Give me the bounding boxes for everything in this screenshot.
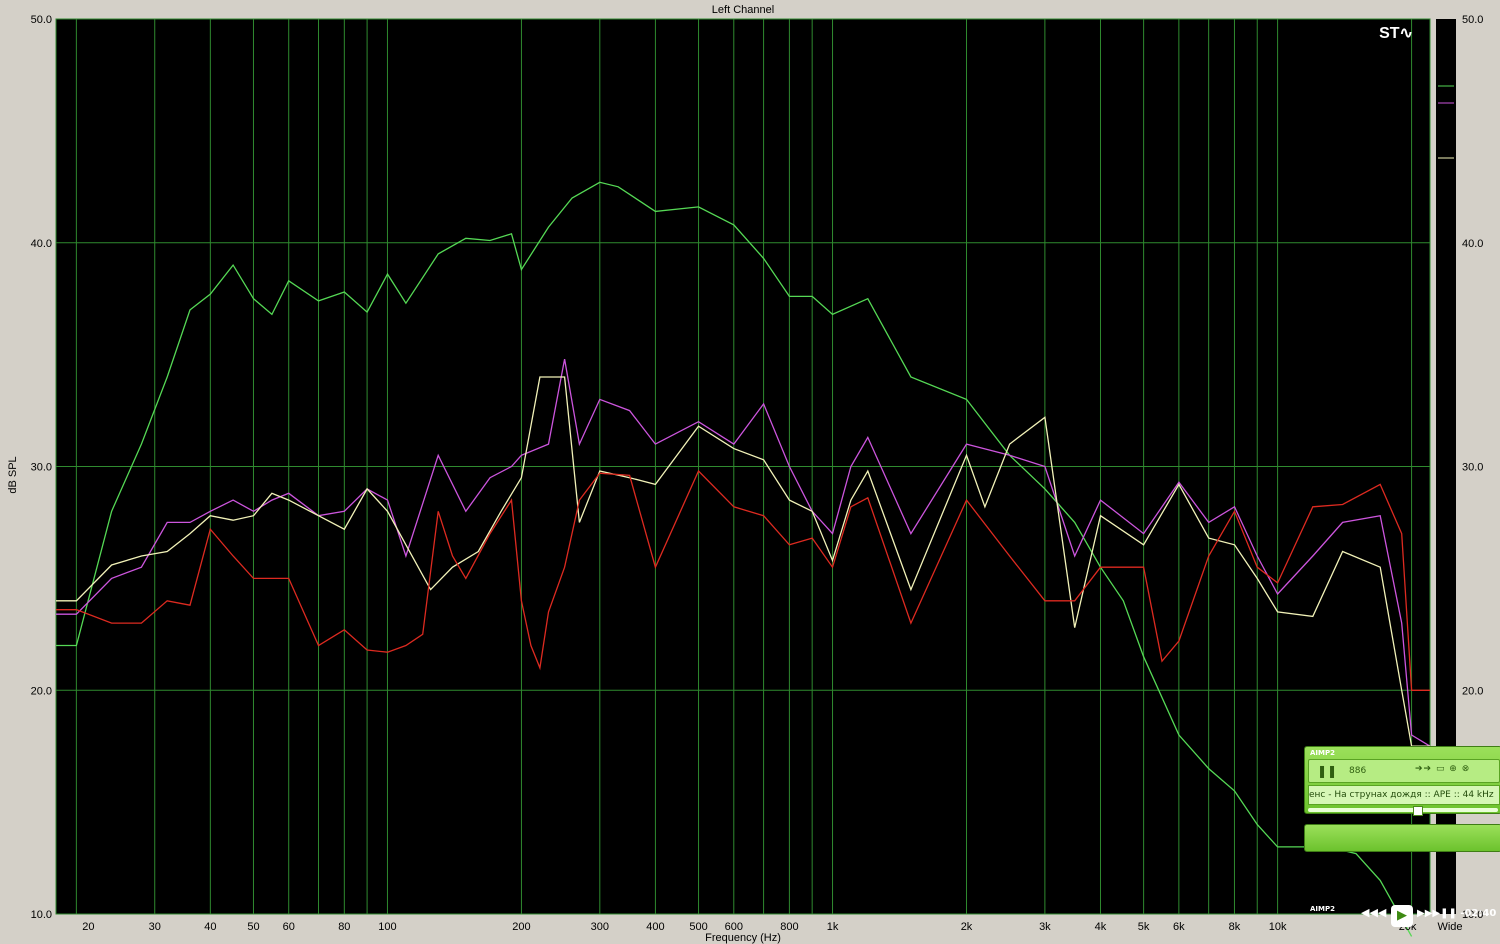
aimp-logo-small: AIMP2 (1310, 905, 1335, 913)
y-tick-label-right: 40.0 (1462, 238, 1483, 250)
x-tick-label: 60 (283, 921, 295, 933)
x-axis-wide-label: Wide (1437, 921, 1462, 933)
aimp-logo: AIMP2 (1310, 749, 1335, 757)
aimp-player[interactable]: AIMP2 ❚❚ 886 ➔➔ ▭ ⊕ ⊗ енс - На струнах д… (1304, 746, 1500, 927)
x-tick-label: 100 (378, 921, 396, 933)
x-tick-label: 800 (780, 921, 798, 933)
spectrum-chart: 50.0 50.040.0 40.030.0 30.020.0 20.010.0 10.0… (7, 4, 1483, 944)
aimp-seek-bar[interactable] (1308, 808, 1498, 812)
y-axis-title: dB SPL (7, 456, 19, 493)
y-tick-label-right: 30.0 (1462, 462, 1483, 474)
x-tick-label: 4k (1095, 921, 1107, 933)
aimp-mode-buttons[interactable]: ➔➔ ▭ ⊕ ⊗ (1415, 764, 1470, 774)
y-tick-label-right: 50.0 (1462, 14, 1483, 26)
x-tick-label: 80 (338, 921, 350, 933)
x-tick-label: 6k (1173, 921, 1185, 933)
aimp-track-title: енс - На струнах дождя :: APE :: 44 kHz (1308, 785, 1500, 805)
x-tick-label: 40 (204, 921, 216, 933)
x-tick-label: 10k (1269, 921, 1287, 933)
x-axis-title: Frequency (Hz) (705, 932, 781, 944)
aimp-seek-handle[interactable] (1413, 806, 1423, 816)
x-tick-label: 1k (827, 921, 839, 933)
chart-title: Left Channel (712, 4, 774, 16)
pause-icon[interactable]: ❚❚ (1317, 764, 1337, 778)
aimp-transport-panel: AIMP2 ◀◀◀ ▶ ▶▶▶❚❚ -02:40 (1304, 824, 1500, 927)
x-tick-label: 3k (1039, 921, 1051, 933)
x-tick-label: 200 (512, 921, 530, 933)
y-tick-label: 30.0 (31, 462, 52, 474)
y-tick-label: 20.0 (31, 685, 52, 697)
x-tick-label: 8k (1229, 921, 1241, 933)
aimp-main-panel: AIMP2 ❚❚ 886 ➔➔ ▭ ⊕ ⊗ енс - На струнах д… (1304, 746, 1500, 816)
x-tick-label: 2k (961, 921, 973, 933)
play-button[interactable]: ▶ (1391, 905, 1413, 927)
aimp-counter: 886 (1349, 766, 1367, 776)
aimp-time: ▶▶▶❚❚ -02:40 (1417, 908, 1497, 919)
rewind-icon[interactable]: ◀◀◀ (1361, 906, 1386, 919)
y-tick-label-right: 20.0 (1462, 685, 1483, 697)
x-tick-label: 50 (247, 921, 259, 933)
x-tick-label: 20 (82, 921, 94, 933)
x-tick-label: 30 (149, 921, 161, 933)
y-tick-label: 50.0 (31, 14, 52, 26)
waveform-icon: ST∿ (1379, 25, 1413, 42)
x-tick-label: 5k (1138, 921, 1150, 933)
x-tick-label: 400 (646, 921, 664, 933)
y-tick-label: 10.0 (31, 909, 52, 921)
x-tick-label: 300 (591, 921, 609, 933)
y-tick-label: 40.0 (31, 238, 52, 250)
